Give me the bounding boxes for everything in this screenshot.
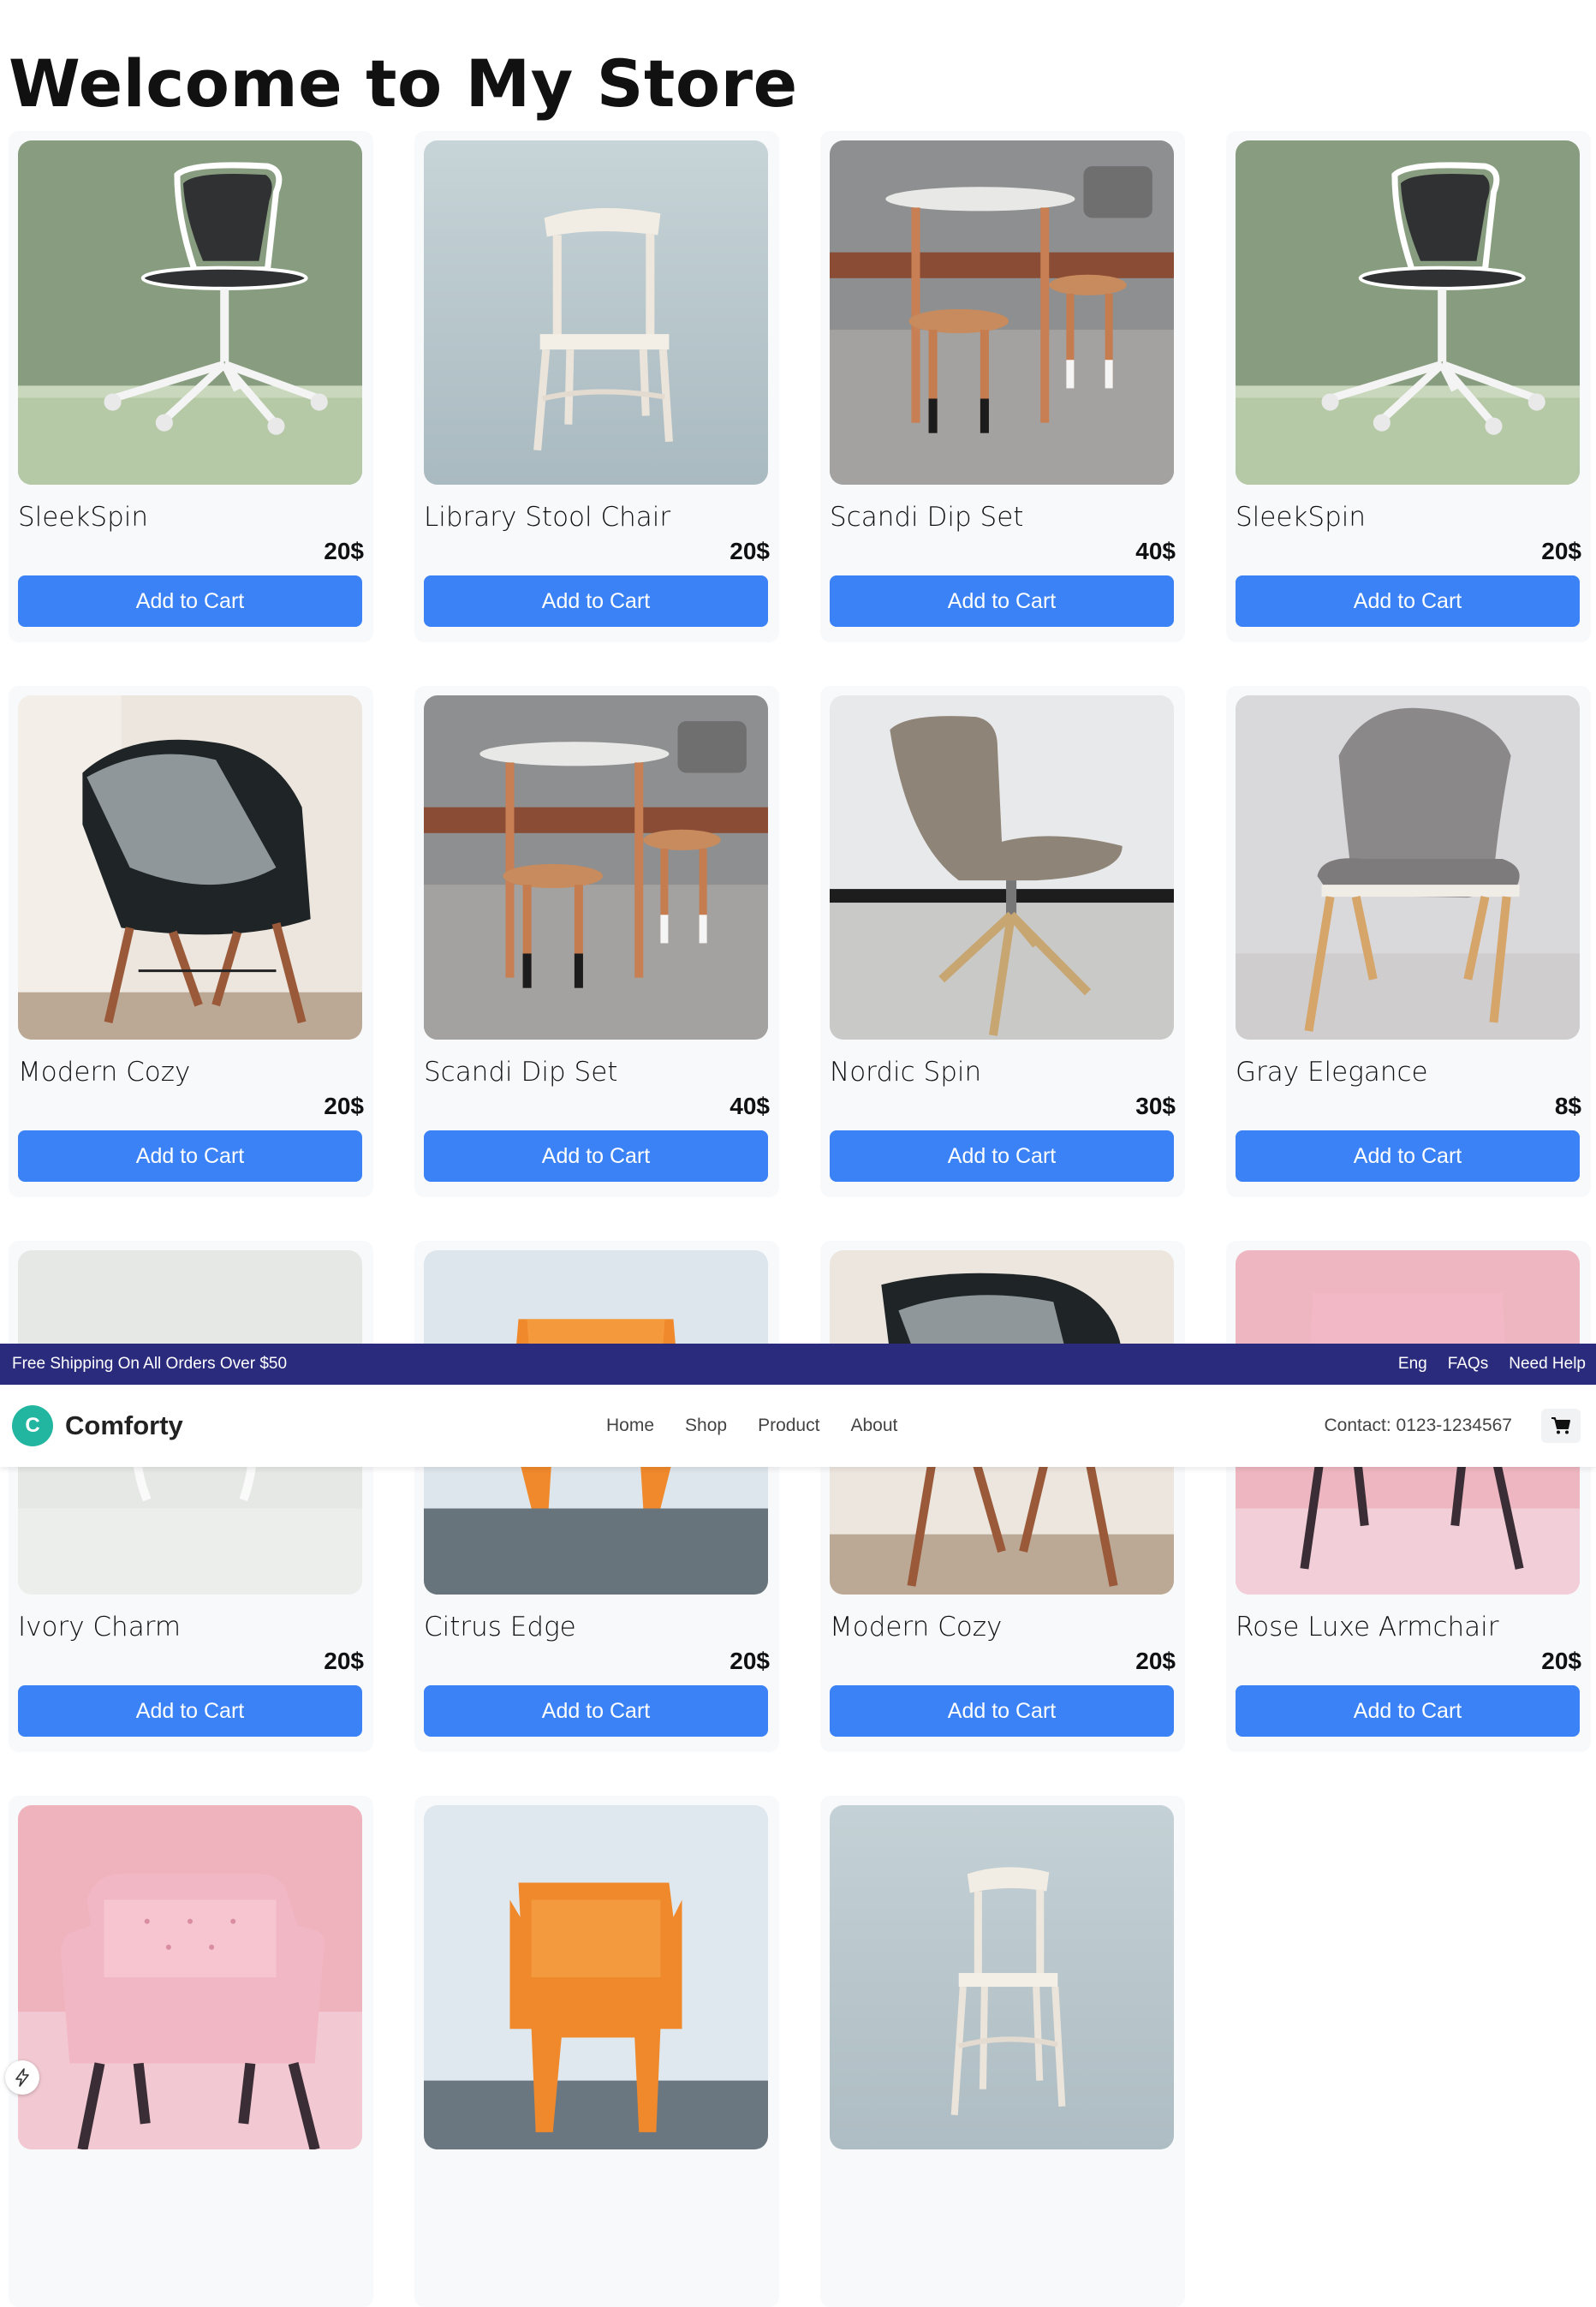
product-image[interactable] xyxy=(18,1805,362,2149)
product-card[interactable]: Nordic Spin 30$ Add to Cart xyxy=(820,686,1185,1197)
product-image[interactable] xyxy=(1236,140,1580,485)
product-price: 20$ xyxy=(1541,538,1581,564)
product-name: Library Stool Chair xyxy=(424,502,671,533)
product-card[interactable]: Modern Cozy 20$ Add to Cart xyxy=(9,686,373,1197)
product-card[interactable]: Rose Luxe Armchair 20$ Add to Cart xyxy=(1226,1241,1591,1752)
need-help-link[interactable]: Need Help xyxy=(1509,1355,1586,1374)
product-name: Gray Elegance xyxy=(1236,1057,1428,1088)
product-card[interactable] xyxy=(820,1796,1185,2307)
product-name: Nordic Spin xyxy=(830,1057,982,1088)
product-price: 8$ xyxy=(1554,1093,1581,1119)
product-image[interactable] xyxy=(424,140,768,485)
gray-upholstered-chair-image xyxy=(1236,695,1580,1040)
nav-about[interactable]: About xyxy=(850,1416,897,1436)
product-image[interactable] xyxy=(18,140,362,485)
swivel-desk-chair-image xyxy=(18,140,362,485)
product-card[interactable]: SleekSpin 20$ Add to Cart xyxy=(1226,131,1591,642)
product-price: 20$ xyxy=(324,538,364,564)
product-name: Citrus Edge xyxy=(424,1612,576,1642)
table-stools-set-image xyxy=(830,140,1174,485)
swivel-desk-chair-image xyxy=(1236,140,1580,485)
faqs-link[interactable]: FAQs xyxy=(1448,1355,1489,1374)
black-shell-chair-image xyxy=(18,695,362,1040)
product-price: 40$ xyxy=(730,1093,770,1119)
promo-text: Free Shipping On All Orders Over $50 xyxy=(12,1355,288,1373)
product-card[interactable]: Library Stool Chair 20$ Add to Cart xyxy=(414,131,779,642)
product-card[interactable]: Scandi Dip Set 40$ Add to Cart xyxy=(820,131,1185,642)
product-name: Ivory Charm xyxy=(18,1612,182,1642)
contact-info: Contact: 0123-1234567 xyxy=(1324,1416,1512,1435)
brand-logo-link[interactable]: C Comforty xyxy=(12,1405,183,1446)
nav-shop[interactable]: Shop xyxy=(685,1416,727,1436)
product-image[interactable] xyxy=(1236,695,1580,1040)
product-name: SleekSpin xyxy=(18,502,149,533)
product-price: 20$ xyxy=(1135,1648,1176,1674)
add-to-cart-button[interactable]: Add to Cart xyxy=(18,1685,362,1737)
promo-bar: Free Shipping On All Orders Over $50 Eng… xyxy=(0,1344,1596,1385)
product-card[interactable]: SleekSpin 20$ Add to Cart xyxy=(9,131,373,642)
product-card[interactable]: Modern Cozy 20$ Add to Cart xyxy=(820,1241,1185,1752)
language-link[interactable]: Eng xyxy=(1398,1355,1427,1374)
product-card[interactable] xyxy=(9,1796,373,2307)
product-image[interactable] xyxy=(830,140,1174,485)
product-name: Modern Cozy xyxy=(18,1057,191,1088)
product-price: 20$ xyxy=(730,538,770,564)
product-image[interactable] xyxy=(830,1805,1174,2149)
navbar: C Comforty Home Shop Product About Conta… xyxy=(0,1385,1596,1467)
product-image[interactable] xyxy=(830,695,1174,1040)
product-name: SleekSpin xyxy=(1236,502,1367,533)
add-to-cart-button[interactable]: Add to Cart xyxy=(830,575,1174,627)
product-price: 30$ xyxy=(1135,1093,1176,1119)
lightning-icon xyxy=(15,2068,29,2087)
product-price: 40$ xyxy=(1135,538,1176,564)
main-nav: Home Shop Product About xyxy=(606,1416,897,1436)
product-name: Rose Luxe Armchair xyxy=(1236,1612,1499,1642)
pink-armchair-image xyxy=(18,1805,362,2149)
add-to-cart-button[interactable]: Add to Cart xyxy=(830,1130,1174,1182)
product-card[interactable] xyxy=(414,1796,779,2307)
lounge-swivel-chair-image xyxy=(830,695,1174,1040)
promo-links: Eng FAQs Need Help xyxy=(1398,1355,1586,1374)
product-grid: SleekSpin 20$ Add to Cart Library Stool … xyxy=(9,131,1591,2307)
add-to-cart-button[interactable]: Add to Cart xyxy=(18,575,362,627)
add-to-cart-button[interactable]: Add to Cart xyxy=(424,575,768,627)
orange-chair-image xyxy=(424,1805,768,2149)
add-to-cart-button[interactable]: Add to Cart xyxy=(1236,1130,1580,1182)
product-price: 20$ xyxy=(730,1648,770,1674)
dev-tools-button[interactable] xyxy=(5,2060,39,2095)
product-card[interactable]: Gray Elegance 8$ Add to Cart xyxy=(1226,686,1591,1197)
product-name: Scandi Dip Set xyxy=(424,1057,618,1088)
add-to-cart-button[interactable]: Add to Cart xyxy=(830,1685,1174,1737)
add-to-cart-button[interactable]: Add to Cart xyxy=(424,1130,768,1182)
nav-home[interactable]: Home xyxy=(606,1416,654,1436)
add-to-cart-button[interactable]: Add to Cart xyxy=(18,1130,362,1182)
product-card[interactable]: Ivory Charm 20$ Add to Cart xyxy=(9,1241,373,1752)
logo-icon: C xyxy=(12,1405,53,1446)
add-to-cart-button[interactable]: Add to Cart xyxy=(1236,1685,1580,1737)
product-price: 20$ xyxy=(324,1093,364,1119)
product-price: 20$ xyxy=(1541,1648,1581,1674)
cart-icon xyxy=(1551,1417,1570,1434)
product-price: 20$ xyxy=(324,1648,364,1674)
brand-name: Comforty xyxy=(65,1410,183,1440)
add-to-cart-button[interactable]: Add to Cart xyxy=(1236,575,1580,627)
add-to-cart-button[interactable]: Add to Cart xyxy=(424,1685,768,1737)
table-stools-set-image xyxy=(424,695,768,1040)
product-image[interactable] xyxy=(424,1805,768,2149)
product-name: Modern Cozy xyxy=(830,1612,1003,1642)
white-wooden-chair-image xyxy=(830,1805,1174,2149)
nav-product[interactable]: Product xyxy=(758,1416,819,1436)
page-title: Welcome to My Store xyxy=(9,45,798,122)
product-card[interactable]: Citrus Edge 20$ Add to Cart xyxy=(414,1241,779,1752)
white-wooden-chair-image xyxy=(424,140,768,485)
cart-button[interactable] xyxy=(1541,1409,1581,1443)
product-image[interactable] xyxy=(18,695,362,1040)
product-card[interactable]: Scandi Dip Set 40$ Add to Cart xyxy=(414,686,779,1197)
product-name: Scandi Dip Set xyxy=(830,502,1024,533)
product-image[interactable] xyxy=(424,695,768,1040)
